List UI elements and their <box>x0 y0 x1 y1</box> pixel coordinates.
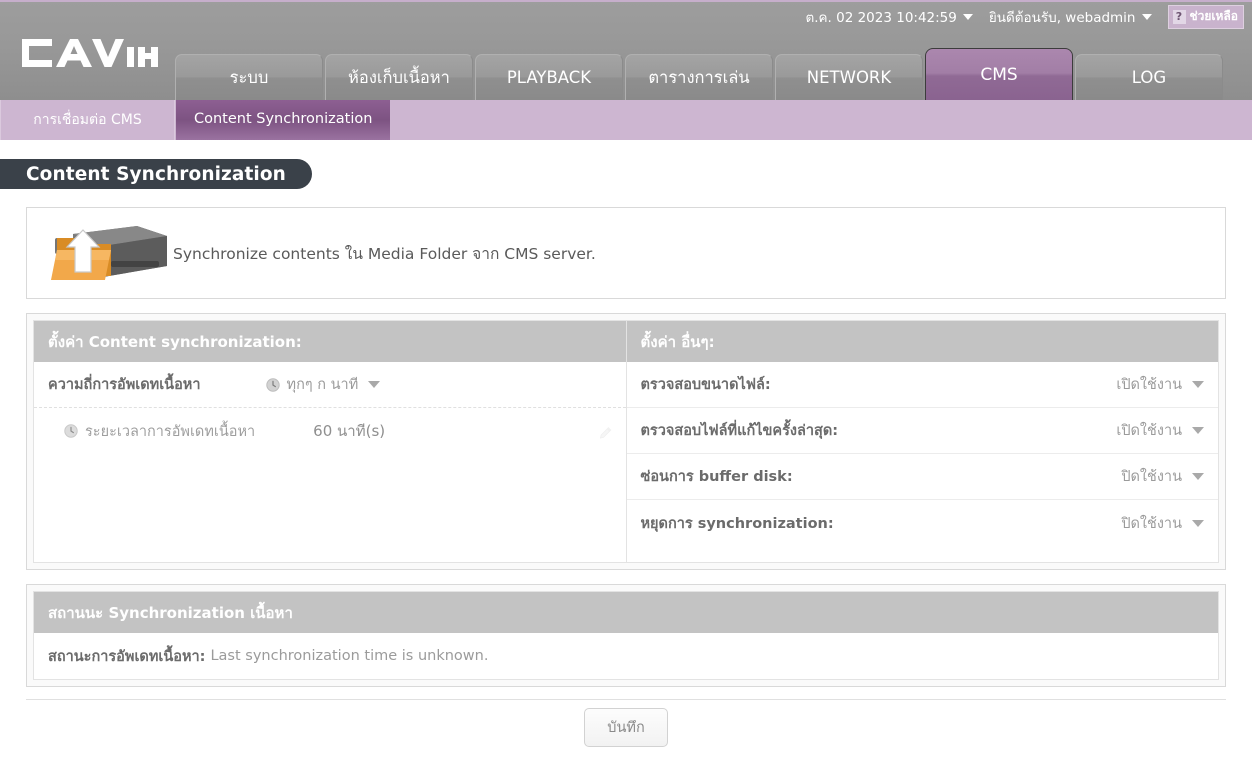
info-banner: Synchronize contents ใน Media Folder จาก… <box>26 207 1226 299</box>
row-update-interval: ระยะเวลาการอัพเดทเนื้อหา 60 นาที(s) <box>34 408 626 454</box>
subtab-content-synchronization[interactable]: Content Synchronization <box>175 100 392 140</box>
section-header-label: ตั้งค่า อื่นๆ: <box>640 332 715 351</box>
tab-label: ระบบ <box>229 67 269 87</box>
tab-label: LOG <box>1131 68 1167 87</box>
update-frequency-value: ทุกๆ ก นาที <box>286 377 359 393</box>
row-label: ระยะเวลาการอัพเดทเนื้อหา <box>48 420 255 443</box>
chevron-down-icon <box>368 381 381 388</box>
tab-label: PLAYBACK <box>506 68 592 87</box>
row-check-file-size: ตรวจสอบขนาดไฟล์: เปิดใช้งาน <box>626 362 1218 408</box>
user-menu[interactable]: ยินดีต้อนรับ, webadmin <box>989 6 1152 28</box>
update-interval-label: ระยะเวลาการอัพเดทเนื้อหา <box>85 423 256 440</box>
settings-section: ตั้งค่า Content synchronization: ความถี่… <box>26 313 1226 570</box>
chevron-down-icon <box>962 14 973 20</box>
row-update-frequency: ความถี่การอัพเดทเนื้อหา ทุกๆ ก นาที <box>34 362 626 408</box>
section-header-label: สถานนะ Synchronization เนื้อหา <box>48 603 293 622</box>
tab-system[interactable]: ระบบ <box>175 54 323 100</box>
sub-nav-bar: การเชื่อมต่อ CMS Content Synchronization <box>0 100 1252 140</box>
status-inner: สถานนะ Synchronization เนื้อหา สถานะการอ… <box>33 591 1219 680</box>
top-header-bar: ต.ค. 02 2023 10:42:59 ยินดีต้อนรับ, weba… <box>0 0 1252 100</box>
settings-column-sync: ตั้งค่า Content synchronization: ความถี่… <box>34 321 627 562</box>
header-utility-bar: ต.ค. 02 2023 10:42:59 ยินดีต้อนรับ, weba… <box>805 5 1244 29</box>
page-title: Content Synchronization <box>0 159 312 189</box>
chevron-down-icon <box>1192 427 1204 434</box>
row-label: ความถี่การอัพเดทเนื้อหา <box>48 373 201 396</box>
datetime-label: ต.ค. 02 2023 10:42:59 <box>805 10 957 26</box>
tab-log[interactable]: LOG <box>1075 54 1223 100</box>
tab-label: ห้องเก็บเนื้อหา <box>348 67 450 87</box>
update-frequency-label: ความถี่การอัพเดทเนื้อหา <box>48 377 201 393</box>
stop-synchronization-value: ปิดใช้งาน <box>1121 515 1182 532</box>
tab-media-folder[interactable]: ห้องเก็บเนื้อหา <box>325 54 473 100</box>
folder-upload-disk-icon <box>41 220 173 286</box>
update-interval-value[interactable]: 60 นาที(s) <box>313 419 385 443</box>
tab-label: CMS <box>980 64 1018 85</box>
content-area: Synchronize contents ใน Media Folder จาก… <box>26 207 1226 755</box>
hide-buffer-disk-dropdown[interactable]: ปิดใช้งาน <box>1121 465 1204 488</box>
update-frequency-dropdown[interactable]: ทุกๆ ก นาที <box>265 373 381 396</box>
check-file-size-value: เปิดใช้งาน <box>1116 377 1182 393</box>
row-check-last-modified: ตรวจสอบไฟล์ที่แก้ไขครั้งล่าสุด: เปิดใช้ง… <box>626 408 1218 454</box>
main-tab-bar: ระบบ ห้องเก็บเนื้อหา PLAYBACK ตารางการเล… <box>175 48 1225 100</box>
tab-label: NETWORK <box>806 68 892 87</box>
row-hide-buffer-disk: ซ่อนการ buffer disk: ปิดใช้งาน <box>626 454 1218 500</box>
status-section: สถานนะ Synchronization เนื้อหา สถานะการอ… <box>26 584 1226 687</box>
status-key-label: สถานะการอัพเดทเนื้อหา: <box>48 648 206 665</box>
stop-synchronization-dropdown[interactable]: ปิดใช้งาน <box>1121 512 1204 535</box>
pencil-edit-icon[interactable] <box>599 425 612 439</box>
status-value-label: Last synchronization time is unknown. <box>210 648 489 664</box>
row-label: หยุดการ synchronization: <box>640 515 834 532</box>
chevron-down-icon <box>1192 519 1204 527</box>
tab-schedule[interactable]: ตารางการเล่น <box>625 54 773 100</box>
welcome-label: ยินดีต้อนรับ, webadmin <box>988 10 1136 26</box>
check-last-modified-dropdown[interactable]: เปิดใช้งาน <box>1116 419 1204 442</box>
row-stop-synchronization: หยุดการ synchronization: ปิดใช้งาน <box>627 500 1219 546</box>
chevron-down-icon <box>1141 14 1152 20</box>
section-header-label: ตั้งค่า Content synchronization: <box>48 332 302 351</box>
help-button[interactable]: ? ช่วยเหลือ <box>1167 5 1244 29</box>
settings-grid: ตั้งค่า Content synchronization: ความถี่… <box>33 320 1219 563</box>
subtab-cms-connection[interactable]: การเชื่อมต่อ CMS <box>0 100 175 140</box>
subtab-label: Content Synchronization <box>194 111 373 128</box>
clock-icon <box>64 424 78 438</box>
row-label: ตรวจสอบไฟล์ที่แก้ไขครั้งล่าสุด: <box>640 423 839 439</box>
section-header-status: สถานนะ Synchronization เนื้อหา <box>34 592 1218 633</box>
row-label: ตรวจสอบขนาดไฟล์: <box>640 377 771 393</box>
chevron-down-icon <box>1192 381 1204 388</box>
chevron-down-icon <box>1192 473 1204 480</box>
page-title-label: Content Synchronization <box>26 163 286 185</box>
tab-network[interactable]: NETWORK <box>775 54 923 100</box>
page-body: Content Synchronization Synchronize cont… <box>0 140 1252 755</box>
form-footer: บันทึก <box>26 699 1226 755</box>
banner-text: Synchronize contents ใน Media Folder จาก… <box>173 244 596 263</box>
save-button[interactable]: บันทึก <box>584 708 668 747</box>
tab-cms[interactable]: CMS <box>925 48 1073 100</box>
subtab-label: การเชื่อมต่อ CMS <box>33 111 142 128</box>
cavin-logo <box>18 35 158 71</box>
tab-label: ตารางการเล่น <box>648 67 750 87</box>
settings-column-other: ตั้งค่า อื่นๆ: ตรวจสอบขนาดไฟล์: เปิดใช้ง… <box>626 321 1219 562</box>
status-row: สถานะการอัพเดทเนื้อหา: Last synchronizat… <box>34 633 1218 679</box>
datetime-menu[interactable]: ต.ค. 02 2023 10:42:59 <box>805 6 973 28</box>
question-mark-icon: ? <box>1172 9 1186 24</box>
tab-playback[interactable]: PLAYBACK <box>475 54 623 100</box>
check-last-modified-value: เปิดใช้งาน <box>1116 423 1182 439</box>
check-file-size-dropdown[interactable]: เปิดใช้งาน <box>1116 373 1204 396</box>
clock-icon <box>265 377 280 392</box>
section-header-sync: ตั้งค่า Content synchronization: <box>34 321 626 362</box>
section-header-other: ตั้งค่า อื่นๆ: <box>626 321 1218 362</box>
help-label: ช่วยเหลือ <box>1189 9 1239 23</box>
row-label: ซ่อนการ buffer disk: <box>640 469 793 485</box>
hide-buffer-disk-value: ปิดใช้งาน <box>1121 469 1182 485</box>
left-column-spacer <box>34 454 626 562</box>
